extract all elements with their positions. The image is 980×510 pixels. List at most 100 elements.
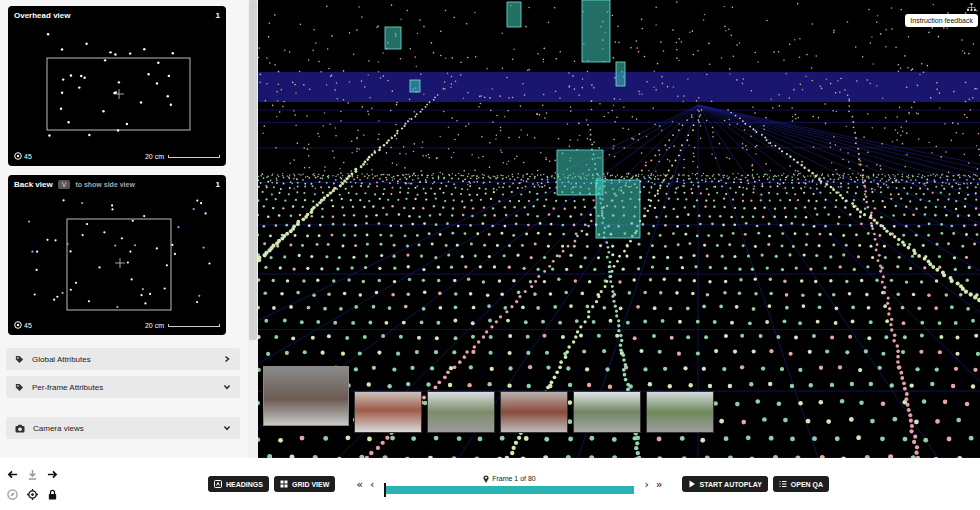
- lidar-point: [580, 213, 583, 216]
- lidar-point: [849, 213, 852, 216]
- lidar-point: [444, 81, 446, 83]
- lidar-point: [263, 205, 265, 207]
- lidar-point: [733, 223, 736, 226]
- lidar-point: [282, 207, 284, 209]
- lidar-point: [463, 206, 465, 208]
- lidar-point: [927, 175, 928, 176]
- lidar-point: [502, 178, 504, 180]
- lidar-point: [724, 6, 726, 8]
- lidar-point: [476, 178, 478, 180]
- lidar-point: [932, 4, 934, 6]
- lidar-point: [451, 76, 453, 78]
- lidar-point: [372, 205, 374, 207]
- hint-text: to show side view: [75, 181, 135, 188]
- lidar-point: [481, 222, 484, 225]
- building-points: [258, 1, 980, 190]
- lidar-point: [258, 200, 259, 202]
- lidar-point: [429, 214, 432, 217]
- lidar-point: [537, 113, 539, 115]
- lidar-point: [946, 27, 948, 29]
- lidar-point: [614, 98, 616, 100]
- lidar-point: [958, 174, 960, 176]
- lidar-point: [482, 177, 484, 179]
- view-frame: [47, 58, 190, 130]
- section-header[interactable]: Camera views: [6, 417, 240, 439]
- back-view-card[interactable]: Back view V to show side view 1 45 20 cm: [8, 175, 226, 335]
- lidar-point: [723, 198, 725, 200]
- point: [60, 108, 62, 110]
- lidar-point: [473, 181, 475, 183]
- lidar-point: [894, 178, 896, 180]
- lidar-point: [420, 73, 422, 75]
- lidar-point: [527, 178, 529, 180]
- lidar-point: [317, 176, 319, 178]
- lidar-point: [964, 205, 966, 207]
- lidar-point: [422, 207, 424, 209]
- lidar-point: [512, 174, 513, 175]
- lidar-point: [659, 154, 661, 156]
- lidar-point: [672, 232, 675, 235]
- lidar-point: [326, 6, 328, 8]
- lidar-point: [614, 121, 616, 123]
- section-header[interactable]: Per-frame Attributes: [6, 376, 240, 398]
- lidar-point: [768, 222, 771, 225]
- lidar-point: [773, 176, 774, 177]
- lidar-point: [271, 175, 273, 177]
- lidar-point: [900, 67, 902, 69]
- lidar-point: [541, 186, 543, 188]
- lidar-point: [447, 253, 450, 256]
- lidar-point: [382, 180, 384, 182]
- lidar-point: [467, 184, 469, 186]
- lidar-point: [974, 88, 976, 90]
- lidar-point: [799, 172, 801, 174]
- lidar-point: [848, 161, 850, 163]
- view-frame: [67, 219, 171, 310]
- section-header[interactable]: Global Attributes: [6, 348, 240, 370]
- lidar-point: [633, 138, 635, 140]
- point: [61, 292, 63, 294]
- lidar-point: [703, 244, 706, 247]
- lidar-point: [493, 191, 495, 193]
- scrollbar[interactable]: [248, 0, 258, 458]
- lidar-point: [399, 153, 401, 155]
- lidar-point: [382, 52, 384, 54]
- lidar-point: [520, 129, 522, 131]
- scroll-thumb[interactable]: [249, 0, 257, 340]
- lidar-point: [485, 192, 487, 194]
- lidar-point: [936, 82, 938, 84]
- back-plot[interactable]: [8, 193, 226, 315]
- lidar-point: [827, 213, 830, 216]
- lidar-point: [628, 173, 630, 175]
- point-cloud-canvas[interactable]: [258, 0, 980, 458]
- lidar-point: [555, 200, 557, 202]
- lidar-point: [790, 222, 793, 225]
- lidar-point: [791, 107, 793, 109]
- lidar-point: [549, 187, 551, 189]
- lidar-point: [550, 223, 553, 226]
- lidar-point: [417, 186, 419, 188]
- lidar-point: [404, 182, 406, 184]
- lidar-point: [547, 181, 549, 183]
- lidar-point: [368, 60, 370, 62]
- point-cloud-viewport[interactable]: Instruction feedback: [258, 0, 980, 458]
- lidar-point: [417, 33, 419, 35]
- lidar-point: [553, 207, 555, 209]
- lidar-point: [578, 94, 580, 96]
- lidar-point: [644, 215, 647, 218]
- lidar-point: [974, 224, 977, 227]
- overhead-plot[interactable]: [8, 24, 226, 146]
- lidar-point: [541, 178, 543, 180]
- lidar-point: [789, 165, 791, 167]
- lidar-point: [460, 74, 462, 76]
- lidar-point: [732, 173, 733, 174]
- overhead-view-card[interactable]: Overhead view 1 45 20 cm: [8, 6, 226, 166]
- lidar-point: [636, 47, 638, 49]
- lidar-point: [340, 120, 342, 122]
- lidar-point: [423, 188, 425, 190]
- lidar-point: [376, 27, 378, 29]
- point: [98, 266, 100, 268]
- lidar-point: [939, 107, 941, 109]
- lidar-point: [892, 181, 894, 183]
- lidar-point: [615, 176, 617, 178]
- lidar-point: [397, 199, 399, 201]
